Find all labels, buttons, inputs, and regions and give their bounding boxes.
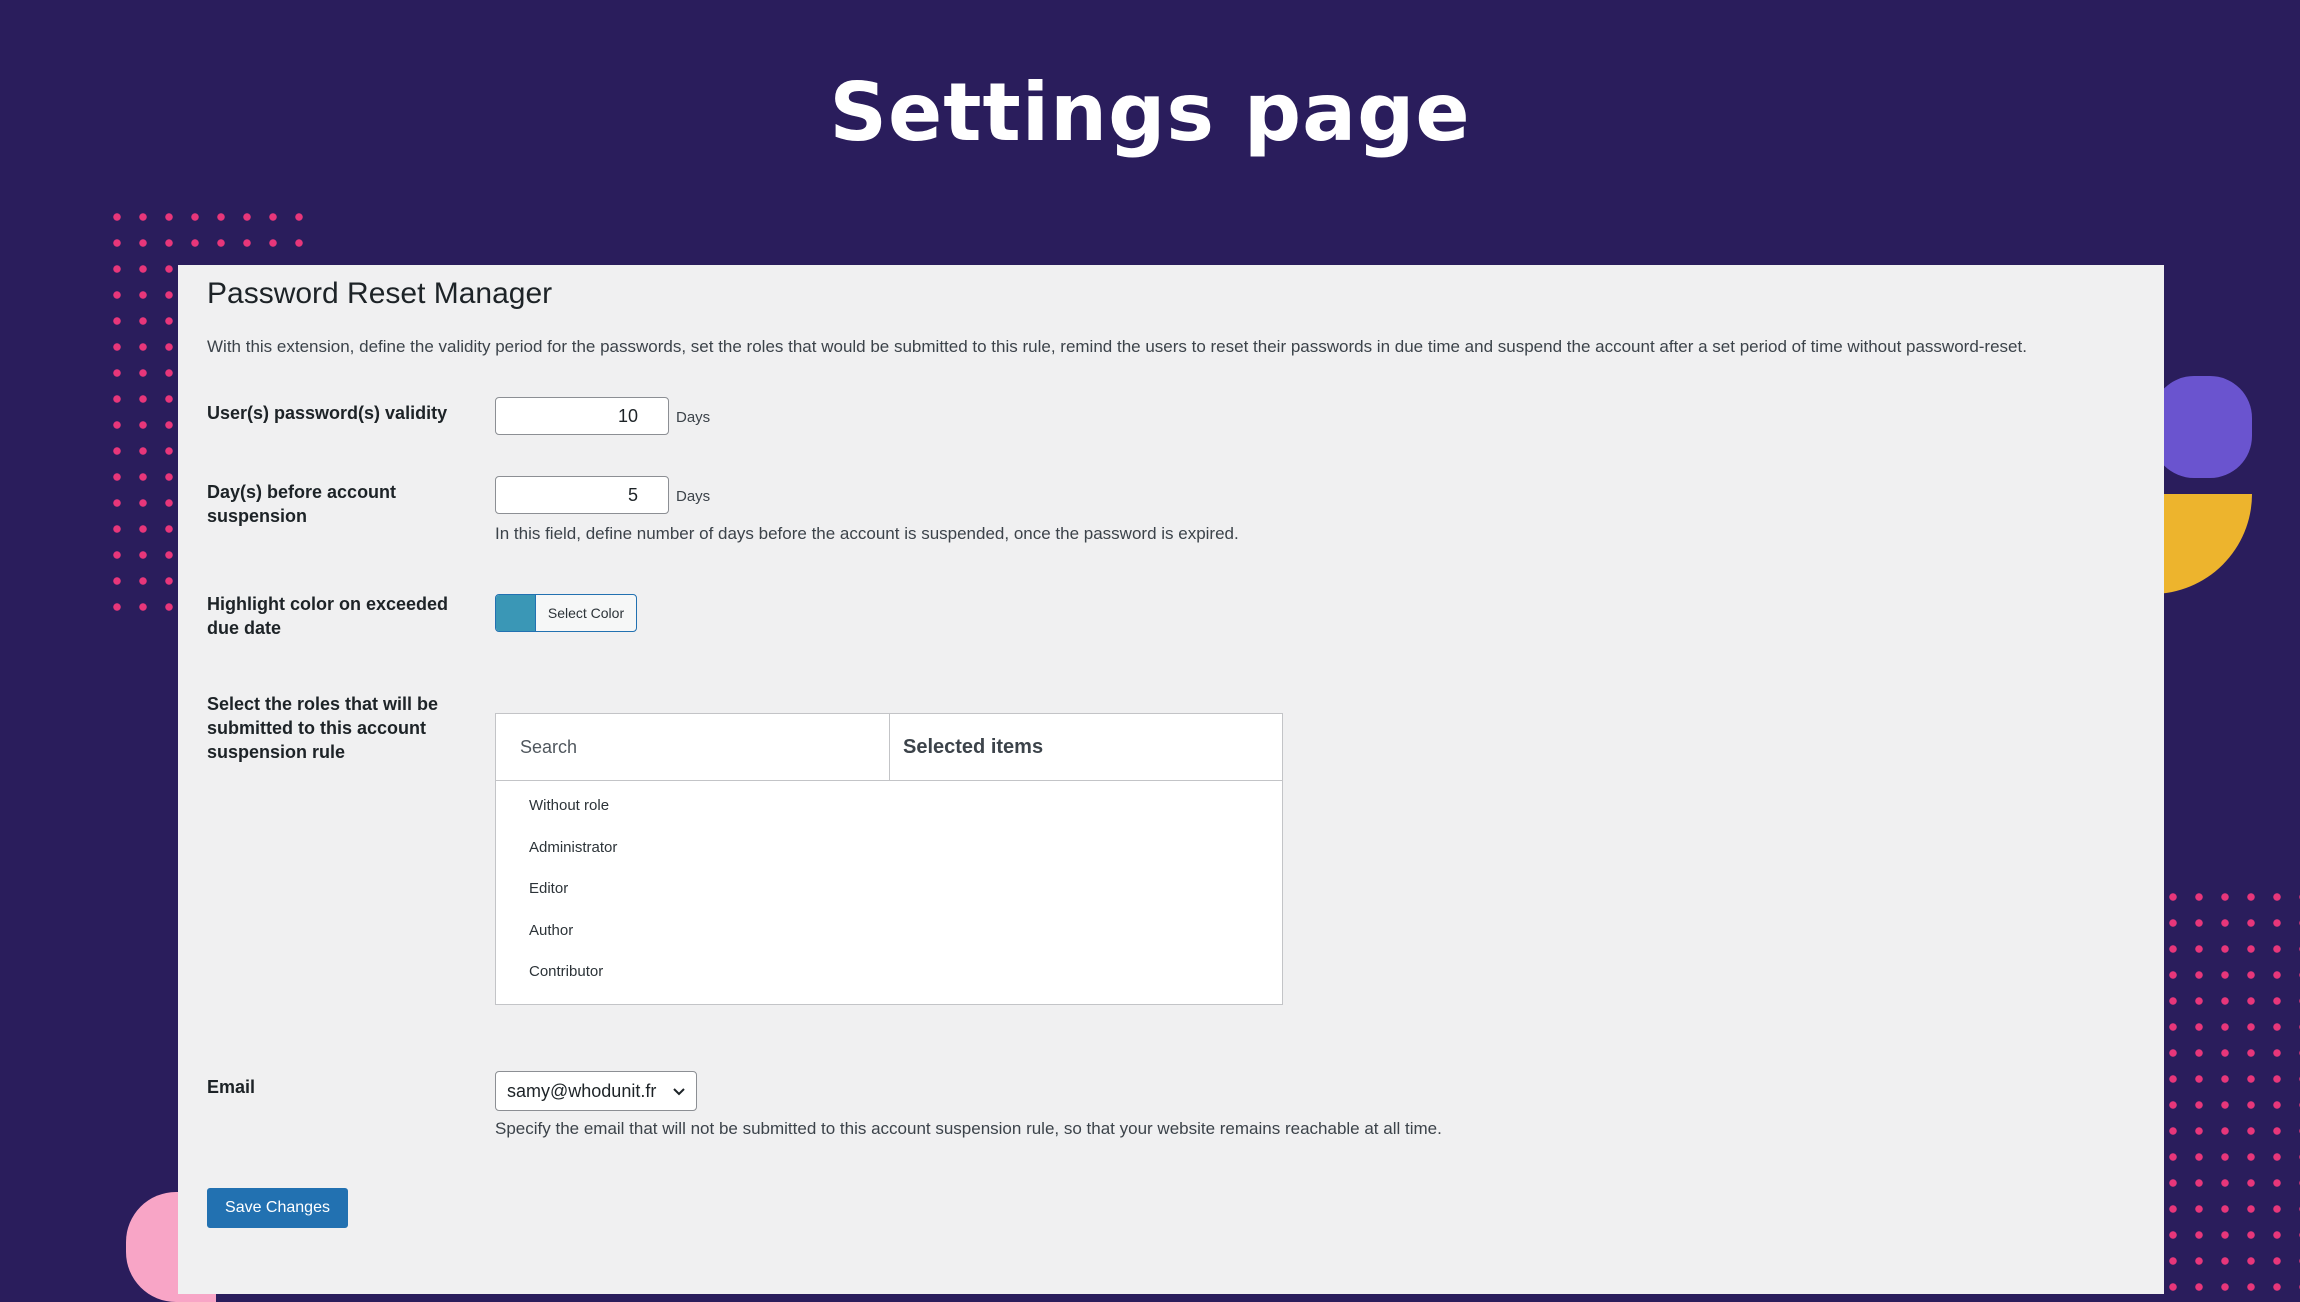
color-swatch [496, 595, 536, 631]
validity-input[interactable] [495, 397, 669, 435]
settings-panel: Password Reset Manager With this extensi… [178, 265, 2164, 1294]
email-description: Specify the email that will not be submi… [495, 1119, 1442, 1138]
email-label: Email [207, 1077, 256, 1097]
decorative-yellow-shape [2152, 494, 2252, 594]
panel-title: Password Reset Manager [207, 277, 553, 310]
select-color-button[interactable]: Select Color [495, 594, 637, 632]
selected-items-header: Selected items [903, 735, 1044, 758]
suspension-label: Day(s) before account suspension [207, 482, 397, 526]
role-item-administrator[interactable]: Administrator [496, 831, 1282, 873]
role-item-author[interactable]: Author [496, 914, 1282, 956]
validity-label: User(s) password(s) validity [207, 403, 448, 423]
chevron-down-icon [673, 1088, 685, 1096]
save-changes-button[interactable]: Save Changes [207, 1188, 348, 1228]
role-item-without-role[interactable]: Without role [496, 789, 1282, 831]
role-item-editor[interactable]: Editor [496, 872, 1282, 914]
role-item-contributor[interactable]: Contributor [496, 955, 1282, 997]
select-color-label: Select Color [547, 605, 625, 621]
decorative-purple-shape [2152, 376, 2252, 478]
roles-search-input[interactable] [496, 714, 890, 780]
page-heading: Settings page [829, 66, 1471, 159]
roles-list: Without role Administrator Editor Author… [496, 781, 1282, 997]
email-selected-value: samy@whodunit.fr [507, 1080, 657, 1101]
suspension-description: In this field, define number of days bef… [495, 524, 1239, 543]
suspension-unit: Days [676, 488, 711, 505]
highlight-label: Highlight color on exceeded due date [207, 594, 449, 638]
validity-unit: Days [676, 409, 711, 426]
roles-multiselect: Selected items Without role Administrato… [495, 713, 1283, 1005]
email-select[interactable]: samy@whodunit.fr [495, 1071, 697, 1111]
intro-text: With this extension, define the validity… [207, 337, 2027, 356]
roles-header: Selected items [496, 714, 1282, 781]
decorative-dots-right [2160, 884, 2300, 1294]
suspension-input[interactable] [495, 476, 669, 514]
roles-label: Select the roles that will be submitted … [207, 694, 439, 762]
